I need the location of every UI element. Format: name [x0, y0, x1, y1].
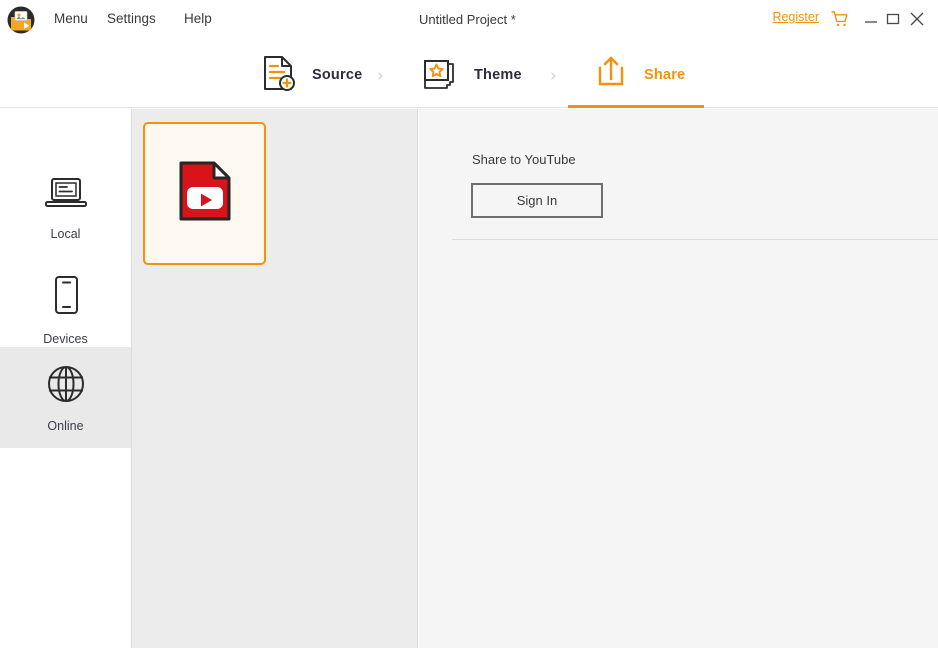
step-navigation: Source › Theme › Share — [0, 40, 938, 108]
sidebar: Local Devices Online — [0, 109, 132, 648]
globe-icon — [45, 363, 87, 410]
target-list-panel — [132, 109, 418, 648]
shopping-cart-icon[interactable] — [830, 9, 850, 29]
tab-source-label: Source — [312, 67, 363, 83]
tab-theme[interactable]: Theme — [420, 52, 522, 98]
sidebar-item-devices[interactable]: Devices — [0, 259, 131, 360]
sidebar-item-online[interactable]: Online — [0, 347, 131, 448]
youtube-file-icon — [175, 160, 235, 227]
project-title: Untitled Project * — [419, 12, 516, 27]
sidebar-item-local-label: Local — [50, 226, 81, 241]
share-upload-icon — [592, 54, 630, 97]
tab-share-label: Share — [644, 67, 686, 83]
sidebar-item-local[interactable]: Local — [0, 157, 131, 258]
sign-in-button[interactable]: Sign In — [471, 183, 603, 218]
sidebar-item-online-label: Online — [47, 418, 84, 433]
menu-button-menu[interactable]: Menu — [54, 11, 88, 26]
application-window: Menu Settings Help Untitled Project * Re… — [0, 0, 938, 648]
stacked-cards-star-icon — [420, 53, 460, 98]
share-heading: Share to YouTube — [472, 152, 576, 167]
menu-button-settings[interactable]: Settings — [107, 11, 156, 26]
section-divider — [452, 239, 938, 240]
document-add-icon — [258, 53, 298, 98]
active-tab-indicator — [568, 105, 704, 108]
tab-share[interactable]: Share — [592, 52, 685, 98]
share-settings-panel: Share to YouTube Sign In — [419, 109, 938, 648]
title-bar: Menu Settings Help Untitled Project * Re… — [0, 0, 938, 40]
close-icon[interactable] — [904, 6, 930, 32]
target-card-youtube[interactable] — [143, 122, 266, 265]
maximize-icon[interactable] — [880, 6, 906, 32]
tab-source[interactable]: Source — [258, 52, 362, 98]
sidebar-item-devices-label: Devices — [43, 331, 88, 346]
laptop-icon — [43, 175, 89, 218]
chevron-right-icon-1: › — [377, 66, 384, 86]
register-link[interactable]: Register — [772, 10, 819, 24]
chevron-right-icon-2: › — [550, 66, 557, 86]
app-logo-folder-play-icon — [7, 6, 35, 34]
phone-icon — [50, 274, 82, 323]
menu-button-help[interactable]: Help — [184, 11, 212, 26]
tab-theme-label: Theme — [474, 67, 522, 83]
